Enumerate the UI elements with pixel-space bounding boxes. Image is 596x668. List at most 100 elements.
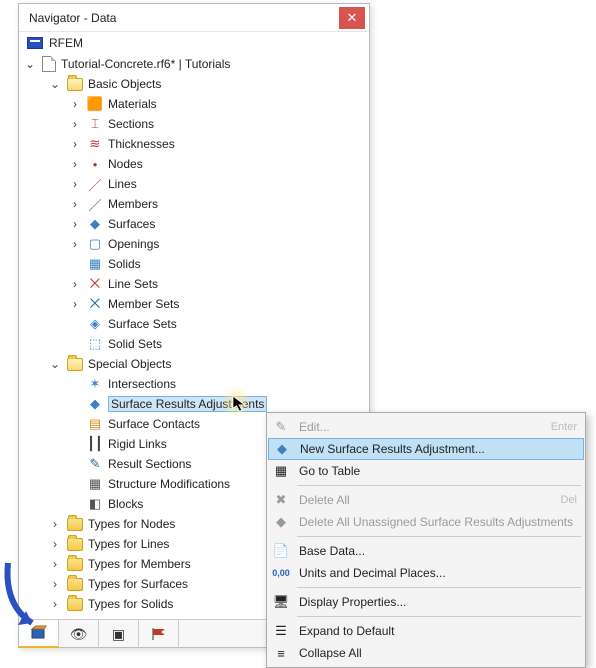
expand-toggle[interactable]: [68, 277, 82, 291]
tree-item[interactable]: ▦Solids: [23, 254, 369, 274]
titlebar: Navigator - Data ✕: [19, 4, 369, 32]
solids-icon: ▦: [87, 256, 103, 272]
separator: [297, 536, 581, 537]
ctx-go-to-table[interactable]: ▦ Go to Table: [267, 460, 585, 482]
expand-toggle[interactable]: [23, 57, 37, 71]
surface-results-adjustments-icon: ◆: [87, 396, 103, 412]
lines-icon: ／: [87, 176, 103, 192]
materials-icon: 🟧: [87, 96, 103, 112]
tree-item[interactable]: •Nodes: [23, 154, 369, 174]
file-node[interactable]: Tutorial-Concrete.rf6* | Tutorials: [23, 54, 369, 74]
ctx-base-data[interactable]: 📄 Base Data...: [267, 540, 585, 562]
tree-item[interactable]: ◆Surfaces: [23, 214, 369, 234]
delete-unassigned-icon: ◆: [271, 512, 291, 532]
rigid-links-icon: ┃┃: [87, 436, 103, 452]
thicknesses-icon: ≋: [87, 136, 103, 152]
surface-sets-icon: ◈: [87, 316, 103, 332]
expand-toggle[interactable]: [68, 237, 82, 251]
app-root-row[interactable]: RFEM: [19, 32, 369, 54]
expand-toggle[interactable]: [68, 97, 82, 111]
sections-icon: ⌶: [87, 116, 103, 132]
app-name: RFEM: [49, 36, 83, 50]
tree-item[interactable]: ✶Intersections: [23, 374, 369, 394]
intersections-icon: ✶: [87, 376, 103, 392]
camera-icon: ▣: [112, 626, 125, 643]
expand-toggle[interactable]: [68, 157, 82, 171]
tab-results[interactable]: [139, 620, 179, 648]
expand-toggle[interactable]: [68, 217, 82, 231]
line-sets-icon: ⨉: [87, 276, 103, 292]
folder-icon: [67, 518, 83, 531]
separator: [297, 616, 581, 617]
tab-display[interactable]: 👁: [59, 620, 99, 648]
eye-icon: 👁: [70, 626, 88, 643]
surface-contacts-icon: ▤: [87, 416, 103, 432]
folder-icon: [67, 538, 83, 551]
expand-toggle[interactable]: [68, 117, 82, 131]
context-menu: ✎ Edit... Enter ◆ New Surface Results Ad…: [266, 412, 586, 668]
separator: [297, 587, 581, 588]
folder-icon: [67, 598, 83, 611]
ctx-edit[interactable]: ✎ Edit... Enter: [267, 416, 585, 438]
annotation-arrow: [0, 555, 58, 638]
nodes-icon: •: [87, 156, 103, 172]
ctx-new-surface-results-adjustment[interactable]: ◆ New Surface Results Adjustment...: [268, 438, 584, 460]
file-icon: [42, 56, 56, 72]
ctx-expand-default[interactable]: ☰ Expand to Default: [267, 620, 585, 642]
close-button[interactable]: ✕: [339, 7, 365, 29]
tree-item[interactable]: ◈Surface Sets: [23, 314, 369, 334]
tree-item[interactable]: ⨉Member Sets: [23, 294, 369, 314]
expand-toggle[interactable]: [48, 357, 62, 371]
edit-icon: ✎: [271, 417, 291, 437]
folder-label: Special Objects: [88, 357, 171, 371]
ctx-delete-unassigned[interactable]: ◆ Delete All Unassigned Surface Results …: [267, 511, 585, 533]
expand-toggle[interactable]: [68, 297, 82, 311]
tree-item[interactable]: ▢Openings: [23, 234, 369, 254]
blocks-icon: ◧: [87, 496, 103, 512]
folder-icon: [67, 578, 83, 591]
window-title: Navigator - Data: [29, 11, 116, 25]
units-icon: 0,00: [271, 563, 291, 583]
ctx-display-properties[interactable]: 🖥 Display Properties...: [267, 591, 585, 613]
member-sets-icon: ⨉: [87, 296, 103, 312]
expand-toggle[interactable]: [48, 77, 62, 91]
openings-icon: ▢: [87, 236, 103, 252]
tree-item[interactable]: ≋Thicknesses: [23, 134, 369, 154]
tree-folder-basic-objects[interactable]: Basic Objects: [23, 74, 369, 94]
tree-item[interactable]: 🟧Materials: [23, 94, 369, 114]
tree-item-label-selected: Surface Results Adjustments: [108, 396, 267, 412]
tree-item[interactable]: ／Lines: [23, 174, 369, 194]
result-sections-icon: ✎: [87, 456, 103, 472]
tree-item-surface-results-adjustments[interactable]: ◆ Surface Results Adjustments: [23, 394, 369, 414]
tree-item[interactable]: ⬚Solid Sets: [23, 334, 369, 354]
tab-views[interactable]: ▣: [99, 620, 139, 648]
tree-folder-special-objects[interactable]: Special Objects: [23, 354, 369, 374]
expand-icon: ☰: [271, 621, 291, 641]
folder-icon: [67, 78, 83, 91]
expand-toggle[interactable]: [48, 537, 62, 551]
app-icon: [27, 37, 43, 49]
ctx-delete-all[interactable]: ✖ Delete All Del: [267, 489, 585, 511]
structure-modifications-icon: ▦: [87, 476, 103, 492]
expand-toggle[interactable]: [68, 177, 82, 191]
display-icon: 🖥: [271, 592, 291, 612]
surfaces-icon: ◆: [87, 216, 103, 232]
separator: [297, 485, 581, 486]
expand-toggle[interactable]: [48, 517, 62, 531]
folder-icon: [67, 558, 83, 571]
ctx-collapse-all[interactable]: ≡ Collapse All: [267, 642, 585, 664]
file-label: Tutorial-Concrete.rf6* | Tutorials: [61, 57, 230, 71]
table-icon: ▦: [271, 461, 291, 481]
base-data-icon: 📄: [271, 541, 291, 561]
new-icon: ◆: [272, 439, 292, 459]
members-icon: ／: [87, 196, 103, 212]
delete-icon: ✖: [271, 490, 291, 510]
tree-item[interactable]: ／Members: [23, 194, 369, 214]
tree-item[interactable]: ⌶Sections: [23, 114, 369, 134]
expand-toggle[interactable]: [68, 197, 82, 211]
ctx-units[interactable]: 0,00 Units and Decimal Places...: [267, 562, 585, 584]
folder-label: Basic Objects: [88, 77, 161, 91]
tree-item[interactable]: ⨉Line Sets: [23, 274, 369, 294]
flag-icon: [151, 627, 167, 641]
expand-toggle[interactable]: [68, 137, 82, 151]
